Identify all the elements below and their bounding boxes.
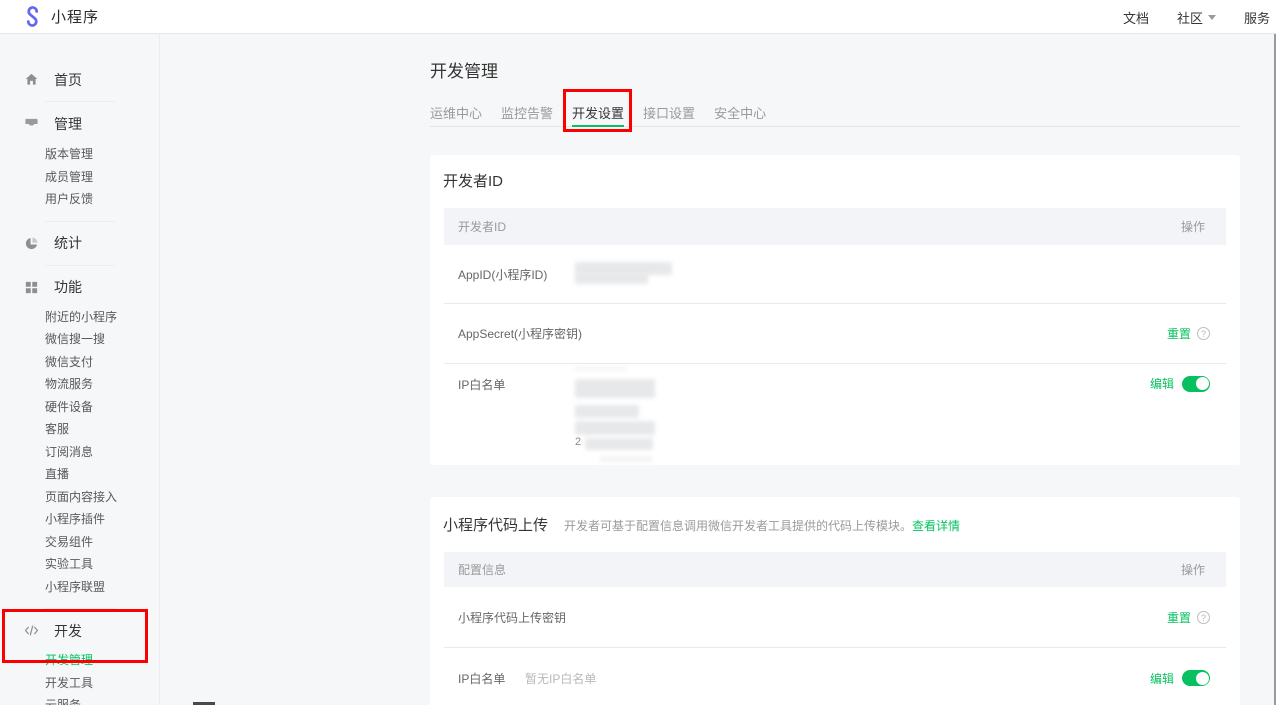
sidebar-item-logistics[interactable]: 物流服务 [0, 373, 159, 396]
ip-whitelist-empty-value: 暂无IP白名单 [525, 670, 596, 687]
divider [45, 101, 115, 102]
table-row-appid: AppID(小程序ID) [444, 245, 1226, 303]
sidebar-item-label: 统计 [54, 233, 82, 253]
appid-label: AppID(小程序ID) [458, 266, 575, 283]
view-details-link[interactable]: 查看详情 [912, 517, 960, 534]
home-icon [24, 72, 39, 87]
top-bar: 小程序 文档 社区 服务 [0, 0, 1276, 34]
sidebar-item-wechat-search[interactable]: 微信搜一搜 [0, 328, 159, 351]
sidebar-item-page-content[interactable]: 页面内容接入 [0, 486, 159, 509]
table-header: 配置信息 操作 [444, 552, 1226, 587]
table-row-ip-whitelist-2: IP白名单 暂无IP白名单 编辑 [444, 647, 1226, 705]
sidebar-item-trade-component[interactable]: 交易组件 [0, 531, 159, 554]
sidebar-item-user-feedback[interactable]: 用户反馈 [0, 188, 159, 211]
sidebar-item-live[interactable]: 直播 [0, 463, 159, 486]
nav-community-label: 社区 [1177, 8, 1203, 27]
nav-docs-link[interactable]: 文档 [1123, 8, 1149, 27]
divider [45, 221, 115, 222]
sidebar-item-home[interactable]: 首页 [0, 68, 159, 91]
table-row-appsecret: AppSecret(小程序密钥) 重置 [444, 303, 1226, 363]
nav-service-link[interactable]: 服务 [1244, 8, 1270, 27]
table-header-left: 配置信息 [458, 561, 506, 578]
sidebar-item-member-manage[interactable]: 成员管理 [0, 166, 159, 189]
sidebar-item-label: 开发 [54, 621, 82, 641]
help-icon[interactable] [1197, 611, 1210, 624]
sidebar-item-plugin[interactable]: 小程序插件 [0, 508, 159, 531]
top-nav: 文档 社区 服务 [1123, 0, 1272, 34]
miniprogram-logo[interactable]: 小程序 [22, 6, 99, 27]
tab-bar: 运维中心 监控告警 开发设置 接口设置 安全中心 [430, 103, 1240, 127]
appid-value-redacted [575, 262, 695, 286]
sidebar-item-develop-manage[interactable]: 开发管理 [0, 649, 159, 672]
table-row-ip-whitelist: IP白名单 2 编辑 [444, 363, 1226, 463]
sidebar-item-experiment-tools[interactable]: 实验工具 [0, 553, 159, 576]
table-header-action: 操作 [1181, 218, 1205, 235]
miniprogram-s-icon [22, 6, 43, 27]
developer-id-rows: AppID(小程序ID) AppSecret(小程序密钥) 重置 IP白名单 [444, 245, 1226, 463]
main-content: 开发管理 运维中心 监控告警 开发设置 接口设置 安全中心 开发者ID 开发者I… [430, 34, 1240, 705]
sidebar-item-hardware[interactable]: 硬件设备 [0, 396, 159, 419]
divider [45, 265, 115, 266]
inbox-icon [24, 116, 39, 131]
chevron-down-icon [1208, 15, 1216, 20]
sidebar-item-develop[interactable]: 开发 [0, 619, 159, 642]
logo-text: 小程序 [51, 6, 99, 27]
sidebar-item-label: 管理 [54, 114, 82, 134]
sidebar-item-customer-service[interactable]: 客服 [0, 418, 159, 441]
developer-id-card: 开发者ID 开发者ID 操作 AppID(小程序ID) AppSecret(小程… [430, 155, 1240, 465]
code-upload-card: 小程序代码上传 开发者可基于配置信息调用微信开发者工具提供的代码上传模块。 查看… [430, 497, 1240, 705]
sidebar-item-label: 功能 [54, 277, 82, 297]
appsecret-label: AppSecret(小程序密钥) [458, 325, 582, 342]
code-upload-title: 小程序代码上传 [443, 514, 548, 535]
sidebar: 首页 管理 版本管理 成员管理 用户反馈 统计 功能 附近 [0, 34, 160, 705]
pie-chart-icon [24, 236, 39, 251]
sidebar-subsection-develop: 开发管理 开发工具 云服务 [0, 649, 159, 705]
reset-appsecret-button[interactable]: 重置 [1167, 325, 1191, 342]
grid-icon [24, 280, 39, 295]
sidebar-item-develop-tools[interactable]: 开发工具 [0, 672, 159, 695]
code-icon [24, 623, 39, 638]
sidebar-item-version-manage[interactable]: 版本管理 [0, 143, 159, 166]
tab-develop-settings[interactable]: 开发设置 [572, 103, 624, 127]
tab-monitor-alert[interactable]: 监控告警 [501, 103, 553, 127]
nav-community-link[interactable]: 社区 [1177, 8, 1216, 27]
table-row-upload-key: 小程序代码上传密钥 重置 [444, 587, 1226, 647]
sidebar-item-features[interactable]: 功能 [0, 276, 159, 299]
developer-id-card-title: 开发者ID [430, 155, 1240, 191]
sidebar-item-miniprogram-union[interactable]: 小程序联盟 [0, 576, 159, 599]
sidebar-item-label: 首页 [54, 70, 82, 90]
code-upload-rows: 小程序代码上传密钥 重置 IP白名单 暂无IP白名单 编辑 [444, 587, 1226, 705]
ip-whitelist-toggle[interactable] [1182, 376, 1210, 392]
sidebar-item-nearby-miniprogram[interactable]: 附近的小程序 [0, 306, 159, 329]
ip-visible-prefix: 2 [575, 436, 581, 448]
ip-whitelist-label: IP白名单 [458, 376, 575, 393]
ip-whitelist-label: IP白名单 [458, 670, 525, 687]
edit-ip-whitelist-button[interactable]: 编辑 [1150, 670, 1174, 687]
page-title: 开发管理 [430, 57, 1240, 82]
upload-key-label: 小程序代码上传密钥 [458, 609, 566, 626]
code-upload-subtitle: 开发者可基于配置信息调用微信开发者工具提供的代码上传模块。 [564, 517, 912, 534]
reset-upload-key-button[interactable]: 重置 [1167, 609, 1191, 626]
tab-security-center[interactable]: 安全中心 [714, 103, 766, 127]
sidebar-item-subscribe-message[interactable]: 订阅消息 [0, 441, 159, 464]
sidebar-item-wechat-pay[interactable]: 微信支付 [0, 351, 159, 374]
tab-api-settings[interactable]: 接口设置 [643, 103, 695, 127]
tab-ops-center[interactable]: 运维中心 [430, 103, 482, 127]
sidebar-item-manage[interactable]: 管理 [0, 112, 159, 135]
ip-whitelist-toggle[interactable] [1182, 670, 1210, 686]
code-upload-title-row: 小程序代码上传 开发者可基于配置信息调用微信开发者工具提供的代码上传模块。 查看… [430, 497, 1240, 535]
sidebar-subsection-features: 附近的小程序 微信搜一搜 微信支付 物流服务 硬件设备 客服 订阅消息 直播 页… [0, 306, 159, 599]
edit-ip-whitelist-button[interactable]: 编辑 [1150, 375, 1174, 392]
table-header-action: 操作 [1181, 561, 1205, 578]
table-header: 开发者ID 操作 [444, 208, 1226, 245]
divider [45, 608, 115, 609]
sidebar-subsection-manage: 版本管理 成员管理 用户反馈 [0, 143, 159, 211]
help-icon[interactable] [1197, 327, 1210, 340]
sidebar-item-cloud-service[interactable]: 云服务 [0, 694, 159, 705]
sidebar-item-statistics[interactable]: 统计 [0, 232, 159, 255]
table-header-left: 开发者ID [458, 218, 506, 235]
